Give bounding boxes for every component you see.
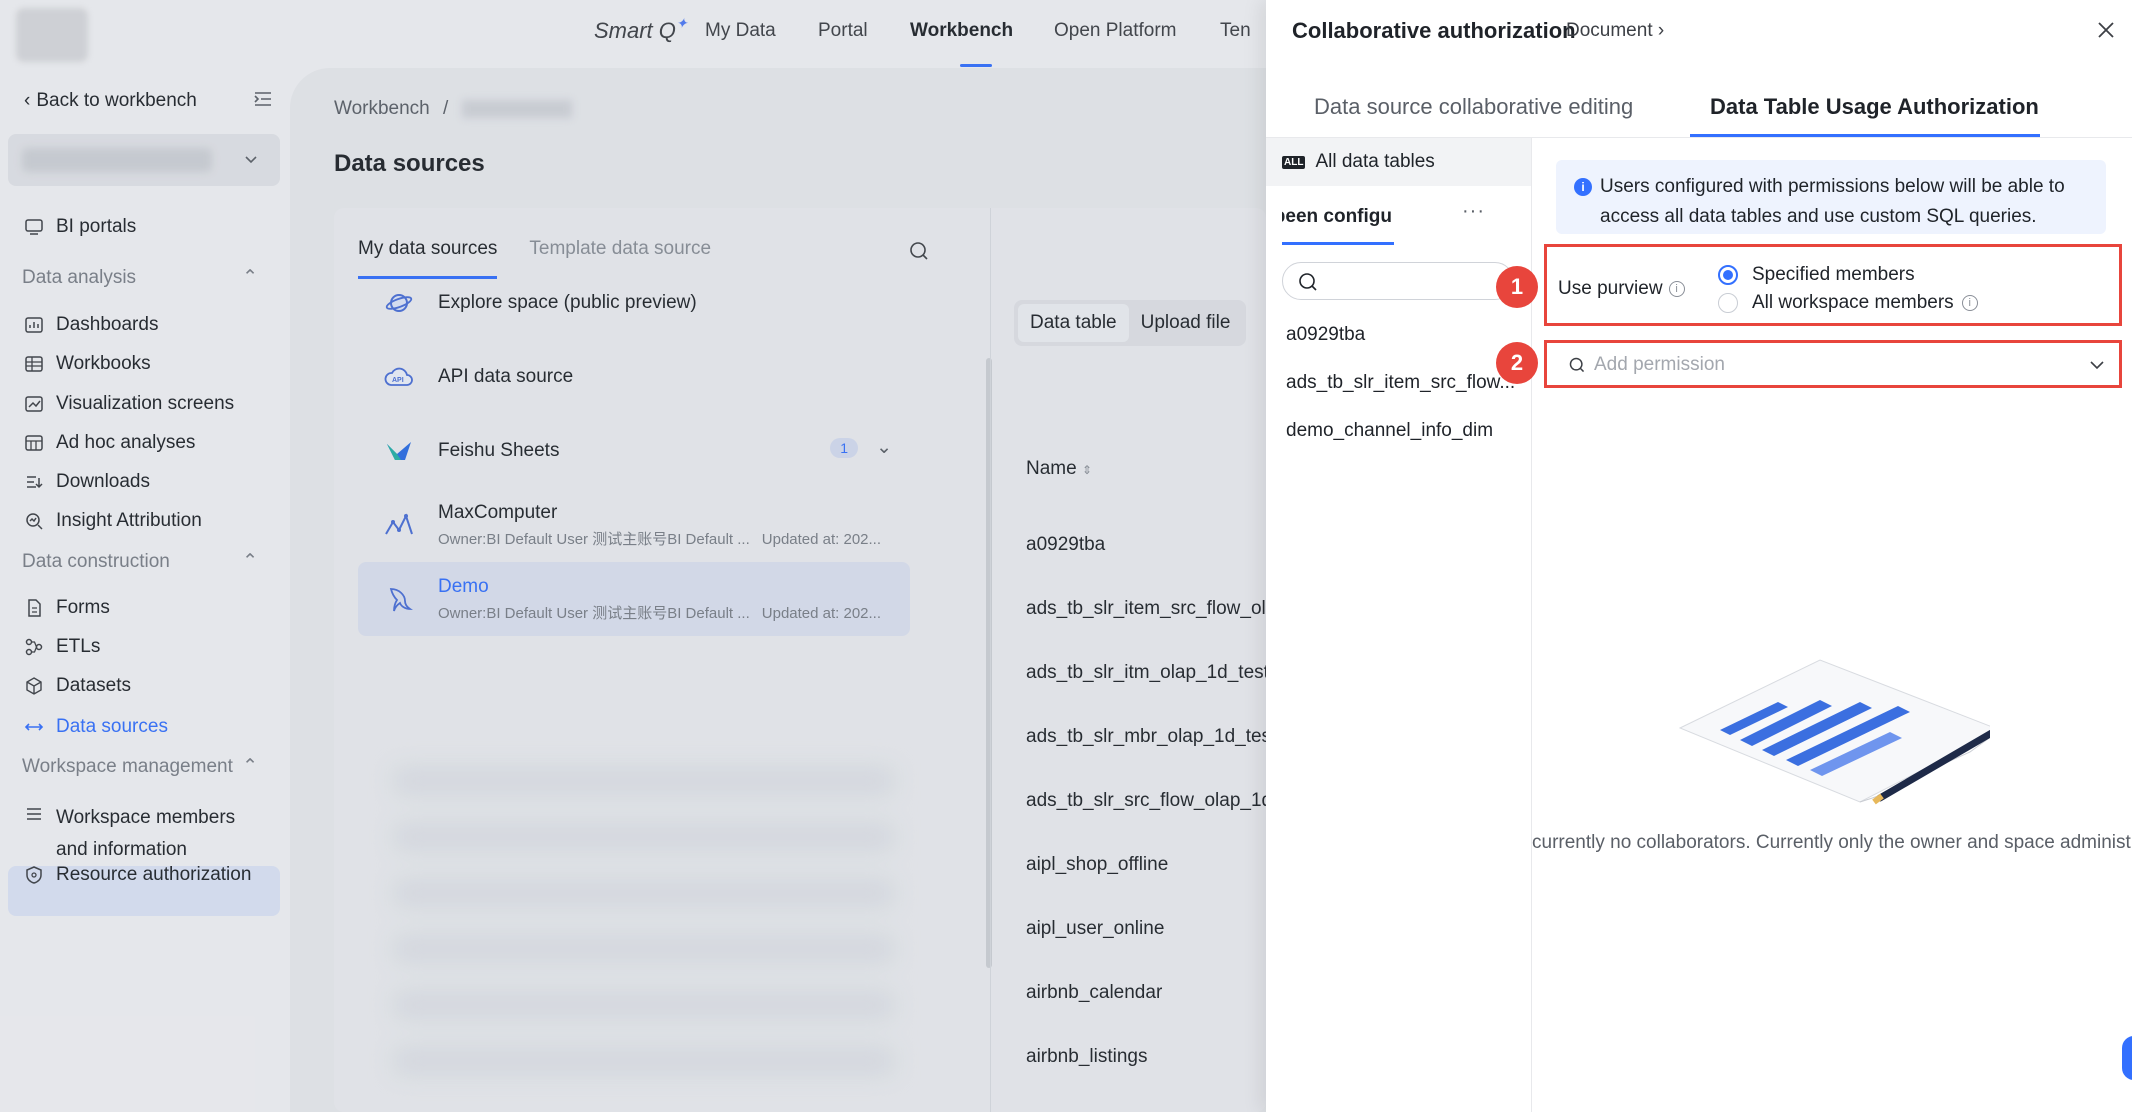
list-item[interactable]: a0929tba: [1286, 324, 1516, 346]
subtab-active-indicator: [1282, 242, 1394, 245]
info-banner: i Users configured with permissions belo…: [1556, 160, 2106, 234]
search-icon: [1569, 357, 1585, 373]
close-icon[interactable]: [2094, 18, 2118, 42]
help-float-button[interactable]: [2122, 1036, 2132, 1080]
document-link-label: Document: [1566, 20, 1653, 41]
empty-state-text: currently no collaborators. Currently on…: [1532, 832, 2132, 853]
use-purview-label: Use purview i: [1558, 278, 1685, 300]
chevron-right-icon: ›: [1657, 20, 1665, 41]
drawer-tabs: Data source collaborative editing Data T…: [1266, 68, 2132, 138]
info-text: Users configured with permissions below …: [1600, 176, 2065, 227]
radio-specified-members[interactable]: Specified members: [1718, 264, 1915, 286]
tab-active-indicator: [1690, 134, 2040, 137]
document-link[interactable]: Document ›: [1566, 20, 1664, 42]
radio-unchecked-icon: [1718, 293, 1738, 313]
list-item[interactable]: demo_channel_info_dim: [1286, 420, 1516, 442]
tab-data-table-usage-authorization[interactable]: Data Table Usage Authorization: [1710, 94, 2039, 120]
modal-backdrop[interactable]: [0, 0, 1266, 1112]
add-permission-select[interactable]: [1558, 348, 2114, 382]
chevron-down-icon: [2090, 361, 2104, 370]
drawer-title: Collaborative authorization: [1292, 18, 1576, 43]
annotation-marker-2: 2: [1496, 342, 1538, 384]
radio-label: Specified members: [1752, 264, 1915, 285]
add-permission-input[interactable]: [1594, 354, 2074, 376]
more-icon[interactable]: ···: [1462, 200, 1485, 223]
use-purview-text: Use purview: [1558, 278, 1663, 299]
annotation-marker-1: 1: [1496, 266, 1538, 308]
list-item[interactable]: ads_tb_slr_item_src_flow...: [1286, 372, 1516, 394]
tab-data-source-collaborative-editing[interactable]: Data source collaborative editing: [1314, 94, 1633, 120]
radio-checked-icon: [1718, 265, 1738, 285]
all-data-tables-item[interactable]: ALL All data tables: [1266, 138, 1531, 186]
table-search-input[interactable]: [1282, 262, 1514, 300]
search-icon: [1299, 273, 1317, 291]
info-circle-icon[interactable]: i: [1668, 281, 1685, 297]
info-icon: i: [1574, 178, 1592, 196]
tables-panel: ALL All data tables been configu ··· a09…: [1266, 138, 1532, 1112]
collaborative-authorization-drawer: Collaborative authorization Document › D…: [1266, 0, 2132, 1112]
empty-state-illustration: [1678, 659, 1990, 805]
tab-been-configured[interactable]: been configu: [1282, 206, 1392, 228]
all-data-tables-label: All data tables: [1315, 151, 1435, 172]
radio-label: All workspace members: [1752, 292, 1954, 313]
radio-all-workspace-members[interactable]: All workspace members i: [1718, 292, 1978, 314]
all-tables-icon: ALL: [1282, 155, 1306, 169]
info-circle-icon[interactable]: i: [1961, 295, 1978, 311]
